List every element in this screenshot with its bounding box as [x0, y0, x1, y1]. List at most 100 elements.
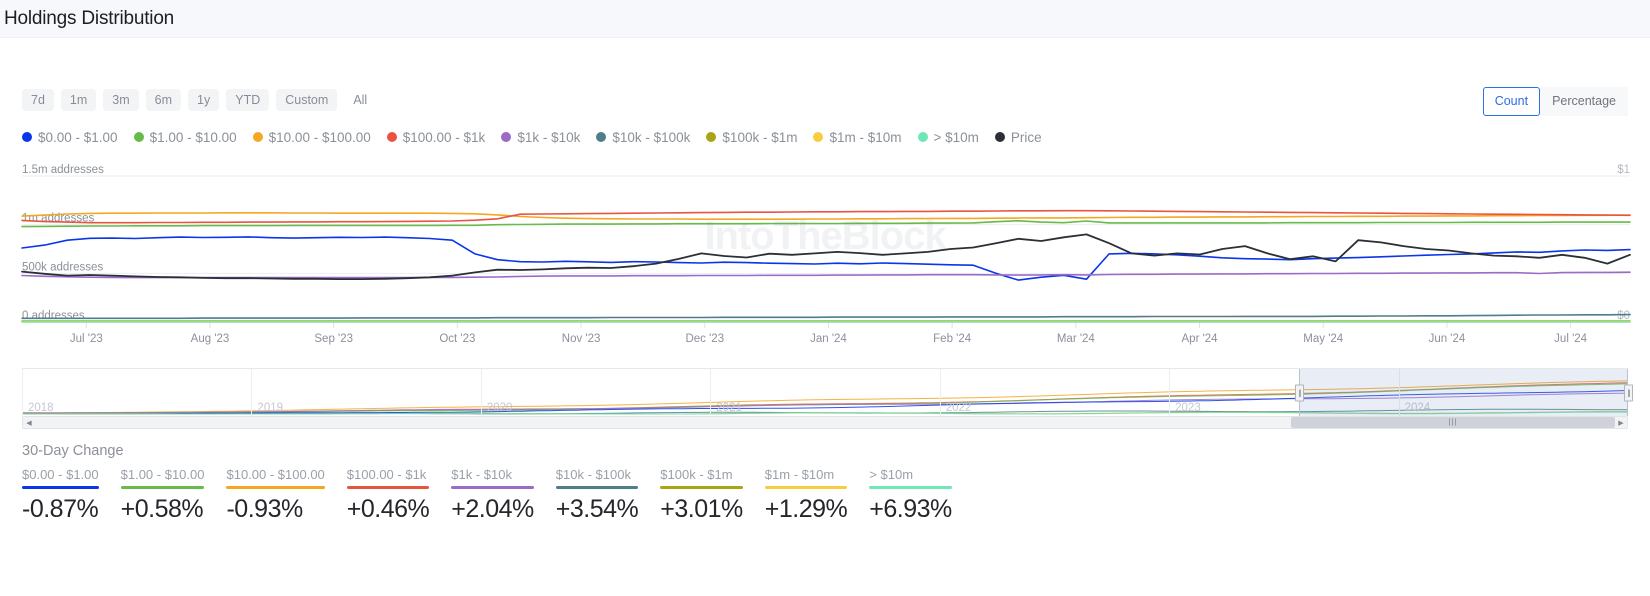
legend-label: $100.00 - $1k — [403, 130, 486, 145]
range-button-1m[interactable]: 1m — [61, 89, 96, 112]
y2-axis-tick-label: $1 — [1617, 164, 1630, 176]
holdings-distribution-widget: Holdings Distribution 7d1m3m6m1yYTDCusto… — [0, 0, 1650, 596]
navigator-year-label: 2018 — [28, 402, 54, 414]
stat-value: +2.04% — [451, 495, 534, 524]
legend-item[interactable]: $1.00 - $10.00 — [134, 130, 237, 145]
legend-item[interactable]: > $10m — [918, 130, 979, 145]
legend-color-dot-icon — [22, 132, 32, 142]
stat-card: $1.00 - $10.00 +0.58% — [121, 467, 205, 524]
legend-label: > $10m — [934, 130, 979, 145]
legend-color-dot-icon — [918, 132, 928, 142]
legend-color-dot-icon — [253, 132, 263, 142]
navigator-gridline — [251, 369, 252, 416]
navigator-selection-range[interactable] — [1299, 369, 1628, 416]
navigator-year-label: 2022 — [946, 402, 972, 414]
range-button-7d[interactable]: 7d — [22, 89, 54, 112]
chart-toolbar: 7d 1m 3m 6m 1y YTD Custom All CountPercentage — [0, 78, 1650, 122]
x-axis-tick-label: Apr '24 — [1182, 333, 1219, 345]
navigator-scrollbar[interactable]: ◀ ||| ▶ — [22, 416, 1628, 429]
range-button-custom[interactable]: Custom — [276, 89, 337, 112]
y-axis-tick-label: 500k addresses — [22, 261, 103, 273]
legend-label: $1.00 - $10.00 — [150, 130, 237, 145]
stat-color-bar — [869, 486, 952, 489]
x-axis-tick-label: May '24 — [1303, 333, 1344, 345]
legend-color-dot-icon — [706, 132, 716, 142]
time-range-group: 7d 1m 3m 6m 1y YTD Custom All — [22, 89, 376, 112]
stats-section: 30-Day Change $0.00 - $1.00-0.87% $1.00 -… — [0, 429, 1650, 524]
x-axis-tick-label: Oct '23 — [439, 333, 475, 345]
legend-item[interactable]: $1k - $10k — [501, 130, 580, 145]
legend-color-dot-icon — [596, 132, 606, 142]
stat-card: $1k - $10k+2.04% — [451, 467, 534, 524]
legend-item[interactable]: $10.00 - $100.00 — [253, 130, 371, 145]
unit-button-count[interactable]: Count — [1483, 87, 1540, 116]
x-axis-tick-label: Jun '24 — [1429, 333, 1466, 345]
navigator-left-handle[interactable]: || — [1295, 384, 1304, 401]
unit-toggle-group: CountPercentage — [1483, 87, 1628, 116]
stat-value: +6.93% — [869, 495, 952, 524]
legend-label: $10.00 - $100.00 — [269, 130, 371, 145]
stat-value: +0.58% — [121, 495, 205, 524]
stat-color-bar — [121, 486, 205, 489]
stat-card: $100k - $1m+3.01% — [660, 467, 743, 524]
legend-color-dot-icon — [387, 132, 397, 142]
navigator-year-label: 2021 — [716, 402, 742, 414]
legend-item[interactable]: $100k - $1m — [706, 130, 797, 145]
navigator-gridline — [22, 369, 23, 416]
x-axis-tick-label: Dec '23 — [685, 333, 724, 345]
stats-row: $0.00 - $1.00-0.87%$1.00 - $10.00+0.58%$… — [22, 467, 1628, 524]
stat-label: > $10m — [869, 467, 952, 482]
range-button-ytd[interactable]: YTD — [226, 89, 269, 112]
range-button-1y[interactable]: 1y — [188, 89, 219, 112]
x-axis-tick-label: Nov '23 — [562, 333, 601, 345]
navigator-year-label: 2023 — [1175, 402, 1201, 414]
stat-label: $0.00 - $1.00 — [22, 467, 99, 482]
x-axis-tick-label: Jul '23 — [70, 333, 103, 345]
stat-card: $10k - $100k+3.54% — [556, 467, 639, 524]
y-axis-tick-label: 0 addresses — [22, 310, 85, 322]
scrollbar-thumb[interactable]: ||| — [1291, 417, 1615, 428]
chart-navigator[interactable]: 2018201920202021202220232024|||| — [0, 368, 1650, 416]
stat-label: $10.00 - $100.00 — [226, 467, 324, 482]
series-line — [22, 315, 1630, 319]
main-chart[interactable]: IntoTheBlock 1.5m addresses1m addresses5… — [0, 162, 1650, 362]
x-axis-tick-label: Mar '24 — [1057, 333, 1096, 345]
legend-label: $10k - $100k — [612, 130, 690, 145]
chart-canvas[interactable]: 1.5m addresses1m addresses500k addresses… — [0, 162, 1650, 362]
stat-label: $10k - $100k — [556, 467, 639, 482]
stat-card: $0.00 - $1.00-0.87% — [22, 467, 99, 524]
legend-item[interactable]: $0.00 - $1.00 — [22, 130, 118, 145]
scroll-right-arrow[interactable]: ▶ — [1615, 417, 1627, 428]
x-axis-tick-label: Jul '24 — [1554, 333, 1587, 345]
legend-item[interactable]: Price — [995, 130, 1042, 145]
legend-item[interactable]: $100.00 - $1k — [387, 130, 486, 145]
stat-card: $100.00 - $1k +0.46% — [347, 467, 430, 524]
stats-title: 30-Day Change — [22, 443, 1628, 459]
navigator-right-handle[interactable]: || — [1624, 384, 1633, 401]
stat-card: $1m - $10m +1.29% — [765, 467, 848, 524]
stat-label: $100.00 - $1k — [347, 467, 430, 482]
y-axis-tick-label: 1.5m addresses — [22, 164, 104, 176]
stat-label: $1.00 - $10.00 — [121, 467, 205, 482]
stat-color-bar — [347, 486, 430, 489]
x-axis-tick-label: Aug '23 — [191, 333, 230, 345]
scroll-left-arrow[interactable]: ◀ — [23, 417, 35, 428]
range-button-3m[interactable]: 3m — [103, 89, 138, 112]
stat-value: +0.46% — [347, 495, 430, 524]
range-button-6m[interactable]: 6m — [146, 89, 181, 112]
scrollbar-track[interactable]: ||| — [35, 417, 1615, 428]
stat-value: +1.29% — [765, 495, 848, 524]
stat-label: $1m - $10m — [765, 467, 848, 482]
legend-color-dot-icon — [134, 132, 144, 142]
navigator-gridline — [1169, 369, 1170, 416]
stat-color-bar — [765, 486, 848, 489]
navigator-year-label: 2020 — [487, 402, 513, 414]
legend-item[interactable]: $10k - $100k — [596, 130, 690, 145]
legend-item[interactable]: $1m - $10m — [813, 130, 901, 145]
stat-color-bar — [660, 486, 743, 489]
range-button-all[interactable]: All — [344, 89, 376, 112]
legend-label: $1m - $10m — [829, 130, 901, 145]
stat-label: $100k - $1m — [660, 467, 743, 482]
unit-button-percentage[interactable]: Percentage — [1540, 87, 1628, 116]
navigator-track[interactable]: 2018201920202021202220232024|||| — [22, 368, 1628, 416]
